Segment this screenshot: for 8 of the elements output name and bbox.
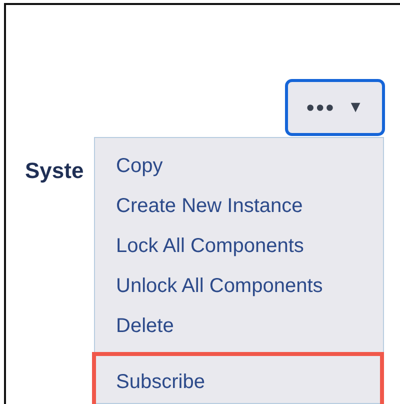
menu-item[interactable]: Copy bbox=[95, 146, 383, 186]
menu-item[interactable]: Lock All Components bbox=[95, 226, 383, 266]
menu-item[interactable]: Create New Instance bbox=[95, 186, 383, 226]
menu-item[interactable]: Subscribe bbox=[92, 352, 384, 404]
menu-item[interactable]: Delete bbox=[95, 306, 383, 346]
section-title: Syste bbox=[25, 158, 84, 184]
more-actions-button[interactable]: ••• ▼ bbox=[285, 79, 385, 136]
menu-item[interactable]: Unlock All Components bbox=[95, 266, 383, 306]
